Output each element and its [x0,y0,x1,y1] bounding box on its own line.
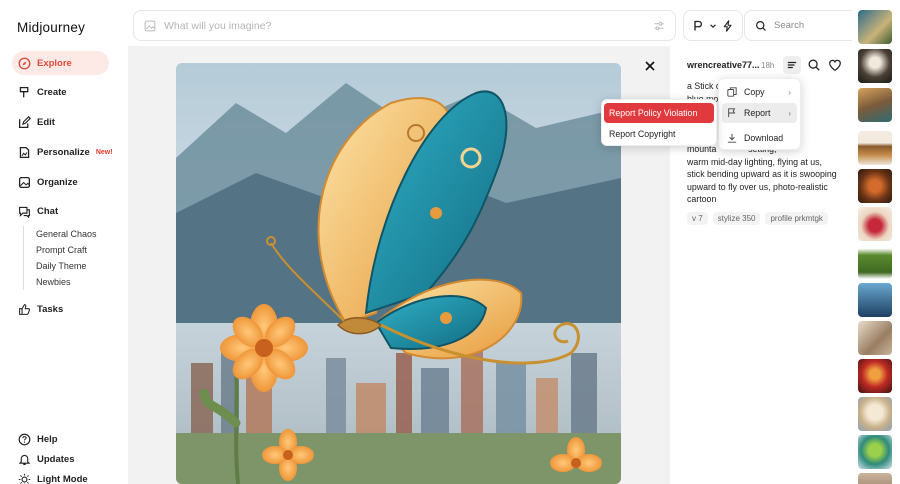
param-tag[interactable]: profile prkmtgk [765,212,828,225]
lightning-icon[interactable] [722,19,734,32]
bell-icon [18,454,31,465]
sidebar-item-label: Organize [37,176,78,188]
download-icon [727,133,737,143]
param-tag[interactable]: v 7 [687,212,708,225]
sidebar-item-chat[interactable]: Chat [12,199,109,223]
thumbnail[interactable] [858,397,892,431]
sidebar-item-label: Create [37,86,67,98]
prompt-line: stick bending upward as it is swooping [687,169,837,180]
post-age: 18h [761,61,775,70]
sidebar-item-personalize[interactable]: Personalize New! [12,140,113,164]
sidebar-item-label: Chat [37,205,59,217]
chat-icon [19,206,30,218]
chat-channel-list: General Chaos Prompt Craft Daily Theme N… [23,226,97,290]
thumbnail[interactable] [858,245,892,279]
chat-channel-item[interactable]: Prompt Craft [36,242,97,258]
personalize-p-icon[interactable] [692,20,704,32]
butterfly-artwork [176,63,621,484]
sidebar-item-label: Explore [37,57,72,69]
prompt-line: warm mid-day lighting, flying at us, [687,156,822,167]
sidebar-item-label: Tasks [37,303,64,315]
parameter-tags: v 7 stylize 350 profile prkmtgk [687,212,828,225]
new-badge: New! [95,148,113,156]
thumbnail[interactable] [858,473,892,484]
menu-item-download[interactable]: Download [722,128,797,148]
personalize-icon [19,146,30,158]
sidebar-item-create[interactable]: Create [12,80,109,104]
edit-icon [18,115,31,128]
compass-icon [18,57,31,69]
image-upload-icon[interactable] [144,20,156,32]
thumbnail[interactable] [858,359,892,393]
chevron-down-icon[interactable] [709,22,717,30]
brush-icon [19,86,29,97]
menu-item-report[interactable]: Report › [722,103,797,123]
sidebar-item-organize[interactable]: Organize [12,170,109,194]
chat-channel-item[interactable]: Newbies [36,274,97,290]
search-icon [756,20,766,31]
main-image[interactable] [176,63,621,484]
thumbnail[interactable] [858,49,892,83]
report-policy-violation-item[interactable]: Report Policy Violation [604,103,714,123]
flag-icon [728,108,736,118]
chat-channel-item[interactable]: General Chaos [36,226,97,242]
chevron-right-icon: › [788,108,791,118]
thumbnail-strip [852,0,900,484]
menu-item-copy[interactable]: Copy › [722,82,797,102]
thumbnail[interactable] [858,283,892,317]
image-icon [18,176,31,188]
chat-channel-item[interactable]: Daily Theme [36,258,97,274]
sun-icon [18,473,31,484]
thumbnail[interactable] [858,207,892,241]
thumbnail[interactable] [858,321,892,355]
app-logo[interactable]: Midjourney [17,20,85,35]
close-icon[interactable] [643,59,657,73]
search-input[interactable]: Search [774,20,804,31]
prompt-line: cartoon [687,194,717,205]
sidebar: Midjourney Explore Create Edit Personali… [0,0,128,484]
param-tag[interactable]: stylize 350 [712,212,761,225]
sidebar-item-light-mode[interactable]: Light Mode [12,467,109,484]
prompt-line: upward to fly over us, photo-realistic [687,181,828,192]
author-name[interactable]: wrencreative77... [687,60,760,70]
sidebar-item-label: Personalize [37,146,90,158]
menu-lines-icon [787,61,797,69]
heart-icon[interactable] [828,58,842,72]
options-menu: Copy › Report › Download [718,78,801,150]
report-submenu: Report Policy Violation Report Copyright [601,99,717,146]
thumbnail[interactable] [858,435,892,469]
report-copyright-item[interactable]: Report Copyright [604,124,714,144]
menu-item-label: Report [744,108,771,118]
chevron-right-icon: › [788,87,791,97]
copy-icon [727,87,737,97]
search-similar-icon[interactable] [807,58,821,72]
thumbnail[interactable] [858,169,892,203]
options-button[interactable] [783,56,801,74]
thumbnail[interactable] [858,10,892,44]
sidebar-item-explore[interactable]: Explore [12,51,109,75]
thumbnail[interactable] [858,88,892,122]
sidebar-item-tasks[interactable]: Tasks [12,297,109,321]
thumbs-up-icon [19,303,31,315]
menu-item-label: Copy [744,87,765,97]
prompt-bar[interactable]: What will you imagine? [133,10,676,41]
sidebar-item-label: Updates [37,453,75,465]
sidebar-item-label: Light Mode [37,473,88,484]
prompt-input[interactable]: What will you imagine? [164,20,653,32]
sidebar-item-label: Edit [37,116,55,128]
mode-controls [683,10,743,41]
sidebar-item-label: Help [37,433,58,445]
help-icon [18,433,31,445]
thumbnail[interactable] [858,131,892,165]
sidebar-item-edit[interactable]: Edit [12,110,109,134]
menu-item-label: Download [744,133,784,143]
settings-sliders-icon[interactable] [653,20,665,32]
